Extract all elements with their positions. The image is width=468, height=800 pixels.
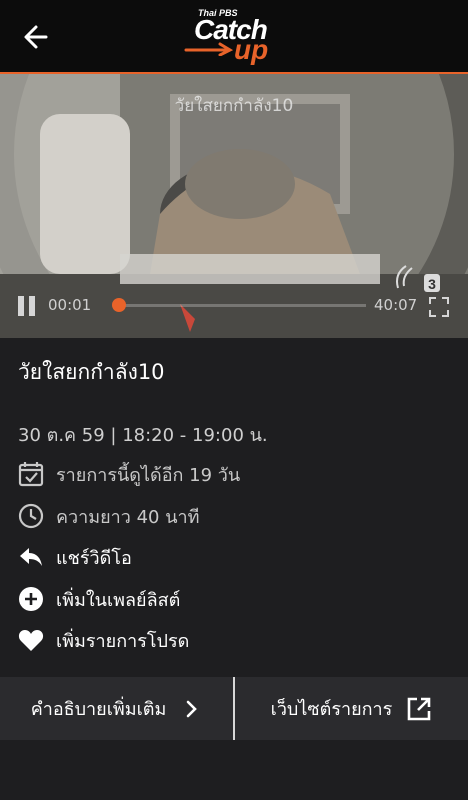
website-label: เว็บไซต์รายการ [270,699,393,720]
top-bar: Thai PBS Catch up [0,0,468,74]
seek-bar[interactable] [116,304,366,307]
video-overlay-title: วัยใสยกกำลัง10 [174,96,294,116]
share-video-label: แชร์วิดีโอ [56,547,132,569]
add-to-playlist-label: เพิ่มในเพลย์ลิสต์ [56,589,181,611]
calendar-check-icon [18,461,44,487]
availability-row: รายการนี้ดูได้อีก 19 วัน [18,458,240,490]
plus-circle-icon [18,586,44,612]
catchup-logo: Thai PBS Catch up [184,6,284,66]
length-row: ความยาว 40 นาที [18,500,200,532]
channel-logo: 3 [392,262,444,298]
add-to-playlist-action[interactable]: เพิ่มในเพลย์ลิสต์ [18,583,180,615]
pause-button[interactable] [18,296,36,316]
add-favorite-label: เพิ่มรายการโปรด [56,630,190,652]
external-link-icon [408,697,431,720]
share-reply-icon [18,544,44,570]
back-button[interactable] [18,20,56,54]
logo-accent-text: up [234,34,269,65]
channel-logo-icon: 3 [396,265,440,292]
add-favorite-action[interactable]: เพิ่มรายการโปรด [18,624,189,656]
duration-time: 40:07 [374,296,418,314]
clock-icon [18,503,44,529]
share-video-action[interactable]: แชร์วิดีโอ [18,541,132,573]
website-button[interactable]: เว็บไซต์รายการ [235,677,468,740]
more-info-button[interactable]: คำอธิบายเพิ่มเติม [0,677,233,740]
length-text: ความยาว 40 นาที [56,506,200,528]
bottom-bar: คำอธิบายเพิ่มเติม เว็บไซต์รายการ [0,677,468,740]
more-info-label: คำอธิบายเพิ่มเติม [30,699,167,720]
back-arrow-icon [24,25,48,49]
current-time: 00:01 [48,296,92,314]
air-time: 30 ต.ค 59 | 18:20 - 19:00 น. [18,425,268,446]
logo-swoosh-icon [184,42,234,56]
seek-handle[interactable] [112,298,126,312]
fullscreen-button[interactable] [428,296,450,318]
chevron-right-icon [187,700,198,717]
svg-text:3: 3 [428,276,436,292]
availability-text: รายการนี้ดูได้อีก 19 วัน [56,464,241,486]
fullscreen-icon [429,297,449,317]
heart-icon [18,627,44,653]
program-title: วัยใสยกกำลัง10 [18,360,165,384]
